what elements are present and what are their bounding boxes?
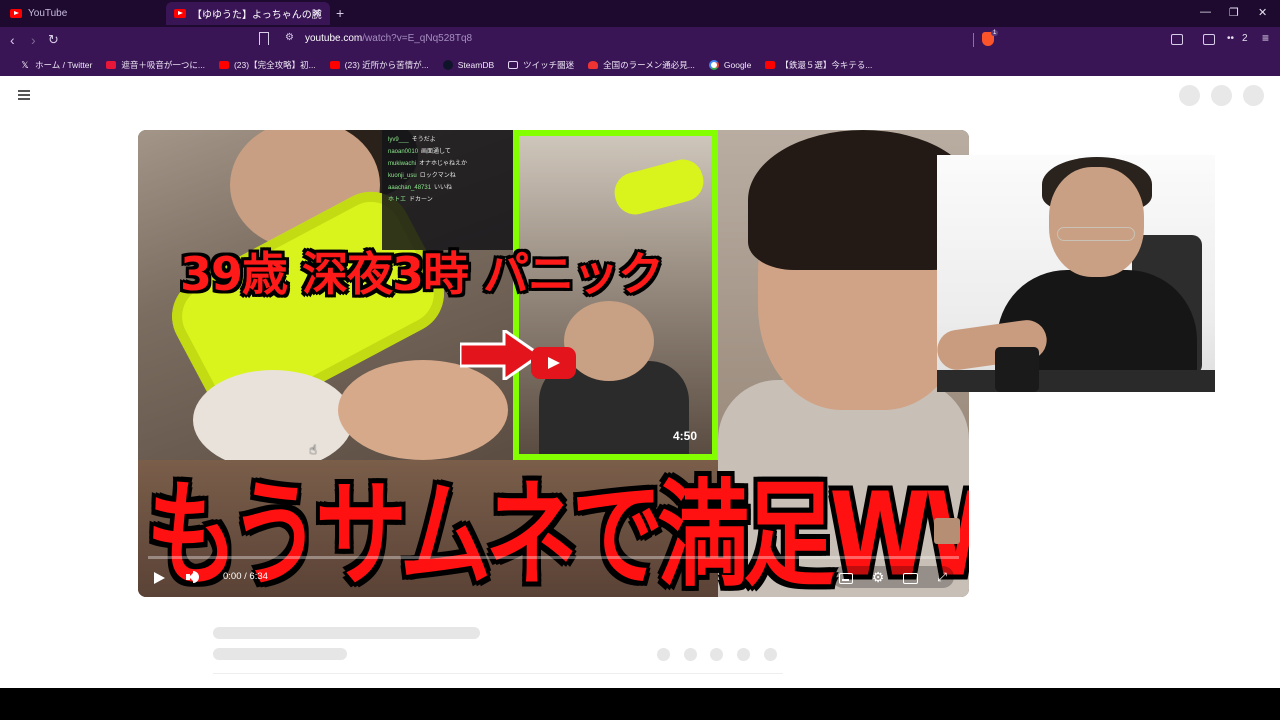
- volume-icon[interactable]: [186, 570, 200, 584]
- address-divider: [973, 33, 974, 47]
- chat-line: mukiwachi オナホじゃねえか: [388, 161, 468, 167]
- menu-icon[interactable]: [18, 90, 30, 100]
- streamer-webcam: [937, 155, 1215, 392]
- bookmarks-bar: 𝕏 ホーム / Twitter 遮音＋吸音が一つに... (23)【完全攻略】初.…: [0, 53, 1280, 76]
- red-icon: [106, 60, 117, 69]
- large-play-button[interactable]: [531, 347, 576, 379]
- chat-line: ホトエ ドカーン: [388, 197, 433, 203]
- time-display: 0:00 / 6:34: [223, 571, 268, 582]
- address-bar[interactable]: youtube.com/watch?v=E_qNq528Tq8: [305, 33, 472, 44]
- play-icon[interactable]: [154, 572, 165, 584]
- youtube-icon: [218, 60, 229, 69]
- folder-icon: [508, 60, 519, 69]
- skeleton-divider: [213, 673, 783, 674]
- wallet-count: 2: [1242, 33, 1248, 44]
- wallet-icon[interactable]: ••: [1227, 33, 1234, 44]
- skeleton-dot: [737, 648, 750, 661]
- tab-video[interactable]: 【ゆゆうた】よっちゃんの腕が抜けなくな ✕: [166, 2, 330, 25]
- chat-line: naoan0010 画面通して: [388, 149, 451, 155]
- skeleton-dot: [710, 648, 723, 661]
- gear-icon[interactable]: ⚙: [871, 570, 885, 584]
- bookmark-item[interactable]: 遮音＋吸音が一つに...: [106, 59, 205, 71]
- channel-watermark[interactable]: [934, 518, 960, 544]
- captions-icon[interactable]: [839, 573, 853, 584]
- shield-count: 1: [991, 30, 999, 36]
- x-icon: 𝕏: [21, 59, 29, 70]
- youtube-icon: [765, 60, 776, 69]
- reload-icon[interactable]: ↻: [48, 31, 59, 49]
- youtube-icon: [174, 9, 186, 18]
- theater-mode-icon[interactable]: [903, 573, 918, 584]
- tab-title: 【ゆゆうた】よっちゃんの腕が抜けなくな: [192, 10, 322, 21]
- screen-bottom-bar: [0, 688, 1280, 720]
- chat-line: kuonji_usu ロックマンね: [388, 173, 456, 179]
- bookmark-icon[interactable]: [259, 32, 269, 45]
- video-player[interactable]: lyv9___ そうだよ naoan0010 画面通して mukiwachi オナホじ…: [138, 130, 969, 597]
- sidebar-icon[interactable]: [1203, 34, 1215, 45]
- forward-icon[interactable]: ›: [31, 31, 36, 49]
- ramen-icon: [588, 60, 599, 69]
- progress-bar[interactable]: [148, 556, 959, 559]
- bookmark-item[interactable]: 𝕏 ホーム / Twitter: [20, 59, 92, 71]
- close-tab-icon[interactable]: ✕: [312, 6, 322, 20]
- tab-youtube[interactable]: YouTube: [8, 2, 158, 25]
- reader-icon[interactable]: [1171, 34, 1183, 45]
- bookmark-item[interactable]: 【鉄還５選】今キテる...: [765, 59, 872, 71]
- skeleton-title: [213, 627, 480, 639]
- bookmark-item[interactable]: Google: [708, 59, 751, 70]
- url-path: /watch?v=E_qNq528Tq8: [362, 33, 473, 44]
- tab-strip: YouTube 【ゆゆうた】よっちゃんの腕が抜けなくな ✕ + — ❐ ✕: [0, 0, 1280, 27]
- fullscreen-icon[interactable]: ⤢: [935, 571, 949, 584]
- menu-icon[interactable]: ≡: [1262, 31, 1269, 45]
- bookmark-item[interactable]: (23) 近所から苦情が...: [329, 59, 429, 71]
- skeleton-dot: [657, 648, 670, 661]
- skeleton-dot: [764, 648, 777, 661]
- bookmark-item[interactable]: (23)【完全攻略】初...: [218, 59, 316, 71]
- chat-line: aaachan_48731 いいね: [388, 185, 453, 191]
- youtube-icon: [329, 60, 340, 69]
- browser-toolbar: ‹ › ↻ ⚙ youtube.com/watch?v=E_qNq528Tq8 …: [0, 27, 1280, 53]
- thumbnail-top-text: 39歳 深夜3時 パニック: [180, 247, 664, 301]
- skeleton-avatar: [1179, 85, 1200, 106]
- tab-title: YouTube: [28, 8, 68, 19]
- skeleton-avatar: [1211, 85, 1232, 106]
- close-window-button[interactable]: ✕: [1258, 6, 1267, 19]
- thumbnail-duration: 4:50: [673, 429, 698, 443]
- youtube-page: lyv9___ そうだよ naoan0010 画面通して mukiwachi オナホじ…: [0, 76, 1280, 688]
- site-info-icon[interactable]: ⚙: [285, 33, 295, 43]
- bookmark-item[interactable]: SteamDB: [442, 59, 494, 70]
- bookmark-item[interactable]: 全国のラーメン通必見...: [588, 59, 695, 71]
- skeleton-subtitle: [213, 648, 347, 660]
- google-icon: [708, 59, 719, 70]
- arrow-right-icon: [460, 330, 540, 380]
- steam-icon: [442, 59, 453, 70]
- stream-chat: lyv9___ そうだよ naoan0010 画面通して mukiwachi オナホじ…: [382, 130, 513, 250]
- new-tab-button[interactable]: +: [336, 5, 344, 21]
- minimize-button[interactable]: —: [1200, 6, 1211, 18]
- chat-line: lyv9___ そうだよ: [388, 137, 436, 143]
- restore-button[interactable]: ❐: [1229, 6, 1239, 19]
- url-host: youtube.com: [305, 33, 363, 44]
- skeleton-dot: [684, 648, 697, 661]
- mouse-cursor: ☝: [309, 442, 317, 457]
- youtube-icon: [10, 9, 22, 18]
- back-icon[interactable]: ‹: [10, 31, 15, 49]
- bookmark-item[interactable]: ツイッチ圏迷: [508, 59, 574, 71]
- skeleton-avatar: [1243, 85, 1264, 106]
